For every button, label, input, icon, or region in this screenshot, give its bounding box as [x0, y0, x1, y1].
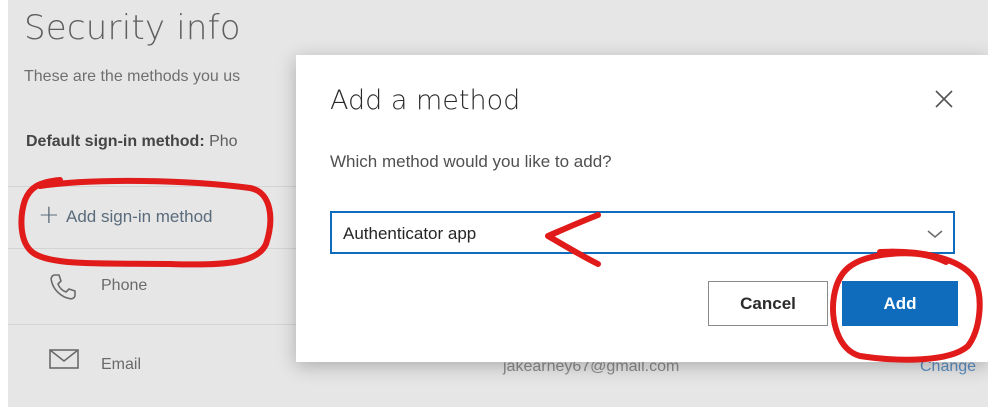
add-method-dialog: Add a method Which method would you like… [296, 55, 988, 362]
plus-icon: + [38, 200, 60, 230]
method-dropdown[interactable]: Authenticator app [330, 211, 955, 254]
phone-icon [48, 272, 78, 307]
method-label-email: Email [101, 356, 142, 373]
method-label-phone: Phone [101, 277, 148, 294]
dialog-title: Add a method [330, 85, 521, 116]
default-method-value: Pho [209, 133, 238, 150]
envelope-icon [48, 347, 80, 376]
dialog-prompt: Which method would you like to add? [330, 152, 612, 171]
chevron-down-icon [926, 227, 944, 245]
default-sign-in-method: Default sign-in method: Pho [26, 133, 238, 151]
page-title: Security info [24, 8, 241, 48]
method-dropdown-value: Authenticator app [343, 224, 477, 243]
page-subtitle: These are the methods you us [24, 68, 241, 85]
default-method-label: Default sign-in method: [26, 133, 205, 150]
add-sign-in-method-label: Add sign-in method [66, 207, 213, 226]
close-icon[interactable] [932, 87, 956, 111]
cancel-button[interactable]: Cancel [708, 281, 828, 326]
add-button[interactable]: Add [842, 281, 958, 326]
